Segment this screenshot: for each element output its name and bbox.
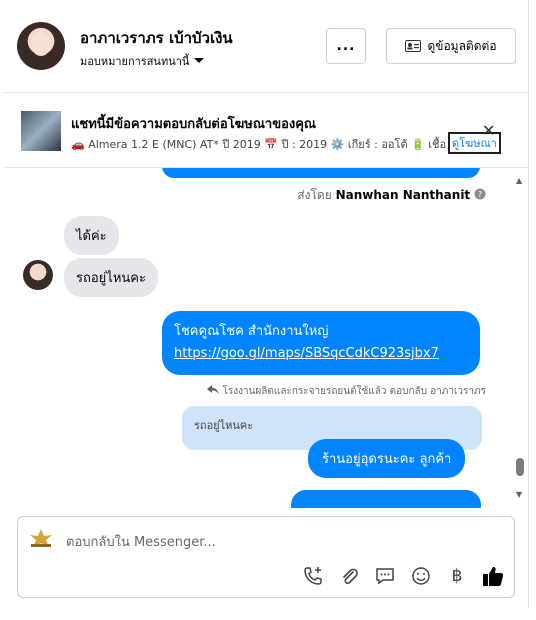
contact-avatar[interactable] [17,22,65,70]
page-logo-icon [30,529,52,547]
view-contact-label: ดูข้อมูลติดต่อ [427,38,497,53]
view-contact-button[interactable]: ดูข้อมูลติดต่อ [386,28,516,64]
message-bubble-outgoing[interactable]: ร้านอยู่อุดรนะคะ ลูกค้า [308,439,466,478]
more-options-button[interactable]: ... [326,28,366,64]
call-add-icon[interactable] [302,565,324,587]
contact-card-icon [405,40,422,52]
message-bubble-outgoing[interactable] [291,490,481,508]
message-bubble-incoming[interactable]: รถอยู่ไหนคะ [64,258,158,297]
reply-context: โรงงานผลิตและกระจายรถยนต์ใช้แล้ว ตอบกลับ… [207,384,486,399]
scroll-down-icon[interactable]: ▼ [516,490,522,499]
sender-name: Nanwhan Nanthanit [335,188,471,202]
maps-link[interactable]: https://goo.gl/maps/SBSqcCdkC923sjbx7 [174,343,468,365]
reply-composer[interactable]: ตอบกลับใน Messenger... ฿ [17,516,515,598]
message-bubble-outgoing[interactable]: โชคคูณโชค สำนักงานใหญ่ https://goo.gl/ma… [162,311,480,375]
scrollbar-thumb[interactable] [516,458,524,476]
quoted-text: รถอยู่ไหนคะ [194,419,254,432]
like-icon[interactable] [482,565,504,587]
scroll-up-icon[interactable]: ▲ [516,176,522,185]
assign-label: มอบหมายการสนทนานี้ [80,55,190,68]
contact-name[interactable]: อาภาเวราภร เบ้าบัวเงิน [80,26,233,50]
composer-toolbar: ฿ [302,565,504,587]
message-text: โชคคูณโชค สำนักงานใหญ่ [174,324,329,339]
ad-thumbnail [21,111,61,151]
ad-reply-banner: แชทนี้มีข้อความตอบกลับต่อโฆษณาของคุณ 🚗 A… [4,93,528,168]
assign-conversation[interactable]: มอบหมายการสนทนานี้ [80,52,205,70]
chat-icon[interactable] [374,565,396,587]
message-input[interactable]: ตอบกลับใน Messenger... [66,531,216,552]
baht-icon[interactable]: ฿ [446,565,468,587]
reply-icon [207,385,220,395]
ad-details: 🚗 Almera 1.2 E (MNC) AT* ปี 2019 📅 ปี : … [71,138,447,151]
close-icon[interactable]: ✕ [482,121,495,140]
ad-banner-title: แชทนี้มีข้อความตอบกลับต่อโฆษณาของคุณ [71,117,316,132]
attach-icon[interactable] [338,565,360,587]
message-bubble-outgoing[interactable] [162,168,480,178]
svg-text:?: ? [478,190,482,199]
chevron-down-icon [194,58,205,63]
message-bubble-incoming[interactable]: ได้ค่ะ [64,216,119,255]
message-thread[interactable]: ส่งโดย Nanwhan Nanthanit ? ได้ค่ะ รถอยู่… [4,168,528,508]
conversation-header: อาภาเวราภร เบ้าบัวเงิน มอบหมายการสนทนานี… [4,0,528,93]
contact-avatar-small [23,260,53,290]
conversation-panel: อาภาเวราภร เบ้าบัวเงิน มอบหมายการสนทนานี… [4,0,529,608]
scrollbar[interactable] [512,170,528,506]
help-icon: ? [474,188,486,200]
emoji-icon[interactable] [410,565,432,587]
sent-by-label: ส่งโดย Nanwhan Nanthanit ? [297,186,486,205]
